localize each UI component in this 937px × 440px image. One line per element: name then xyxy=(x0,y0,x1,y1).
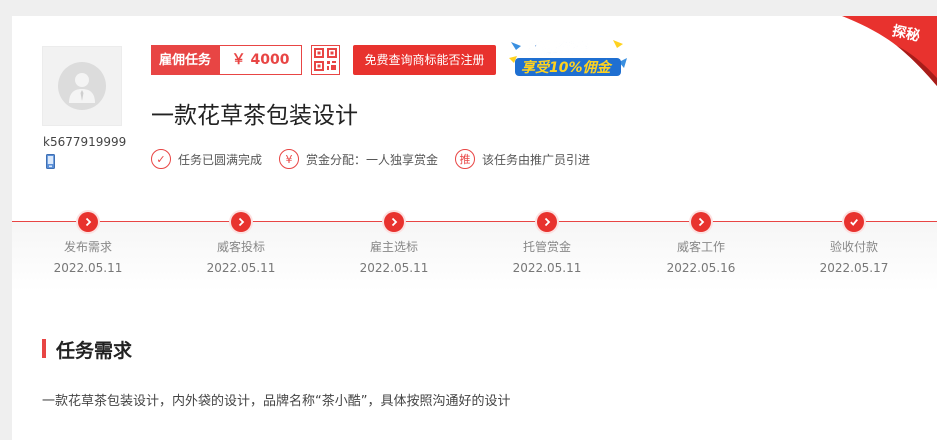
reward-price: ￥ 4000 xyxy=(219,45,303,75)
task-features: ✓ 任务已圆满完成 ¥ 赏金分配：一人独享赏金 推 该任务由推广员引进 xyxy=(151,149,607,169)
promo-line2: 享受10%佣金 xyxy=(521,59,614,76)
chevron-right-icon xyxy=(384,212,404,232)
step-date: 2022.05.11 xyxy=(206,261,276,275)
promo-line1: 推荐任务 xyxy=(527,40,589,58)
check-icon xyxy=(844,212,864,232)
timeline-step: 托管赏金 2022.05.11 xyxy=(487,212,607,275)
timeline-step: 威客工作 2022.05.16 xyxy=(641,212,761,275)
username[interactable]: k5677919999 xyxy=(43,135,126,149)
avatar[interactable] xyxy=(42,46,122,126)
step-name: 发布需求 xyxy=(63,240,112,254)
step-name: 威客投标 xyxy=(216,240,265,254)
chevron-right-icon xyxy=(537,212,557,232)
step-name: 雇主选标 xyxy=(369,240,418,254)
feature-reward-split: ¥ 赏金分配：一人独享赏金 xyxy=(279,149,438,169)
feature-promoter: 推 该任务由推广员引进 xyxy=(455,149,590,169)
step-name: 托管赏金 xyxy=(522,240,571,254)
feature-label: 任务已圆满完成 xyxy=(178,152,263,167)
step-name: 验收付款 xyxy=(829,240,878,254)
requirements-text: 一款花草茶包装设计，内外袋的设计，品牌名称“茶小酷”，具体按照沟通好的设计 xyxy=(42,394,511,409)
chevron-right-icon xyxy=(691,212,711,232)
section-accent-bar xyxy=(42,339,46,358)
timeline-step: 发布需求 2022.05.11 xyxy=(28,212,148,275)
phone-verified-icon xyxy=(46,154,55,169)
chevron-right-icon xyxy=(231,212,251,232)
step-date: 2022.05.16 xyxy=(666,261,736,275)
task-title: 一款花草茶包装设计 xyxy=(151,103,358,129)
check-circle-icon: ✓ xyxy=(151,149,171,169)
promo-banner[interactable]: 推荐任务 享受10%佣金 xyxy=(505,36,629,80)
timeline-step: 雇主选标 2022.05.11 xyxy=(334,212,454,275)
timeline-step: 验收付款 2022.05.17 xyxy=(794,212,914,275)
timeline-step: 威客投标 2022.05.11 xyxy=(181,212,301,275)
step-date: 2022.05.11 xyxy=(359,261,429,275)
requirements-heading: 任务需求 xyxy=(56,340,133,362)
explore-corner-ribbon[interactable]: 探秘 xyxy=(842,16,937,86)
check-trademark-button[interactable]: 免费查询商标能否注册 xyxy=(353,45,496,75)
recommend-circle-icon: 推 xyxy=(455,149,476,169)
feature-completed: ✓ 任务已圆满完成 xyxy=(151,149,262,169)
qr-code-icon[interactable] xyxy=(311,45,340,75)
step-date: 2022.05.11 xyxy=(53,261,123,275)
step-date: 2022.05.11 xyxy=(512,261,582,275)
chevron-right-icon xyxy=(78,212,98,232)
step-name: 威客工作 xyxy=(676,240,725,254)
feature-label: 该任务由推广员引进 xyxy=(482,152,591,167)
feature-label: 赏金分配：一人独享赏金 xyxy=(306,152,439,167)
reward-badge: 雇佣任务 ￥ 4000 xyxy=(151,45,303,75)
step-date: 2022.05.17 xyxy=(819,261,889,275)
task-card: k5677919999 雇佣任务 ￥ 4000 免费查询商标能否注册 推荐任务 … xyxy=(12,16,937,440)
yen-circle-icon: ¥ xyxy=(279,149,300,169)
default-user-icon xyxy=(58,62,106,110)
task-type-label: 雇佣任务 xyxy=(151,45,220,75)
